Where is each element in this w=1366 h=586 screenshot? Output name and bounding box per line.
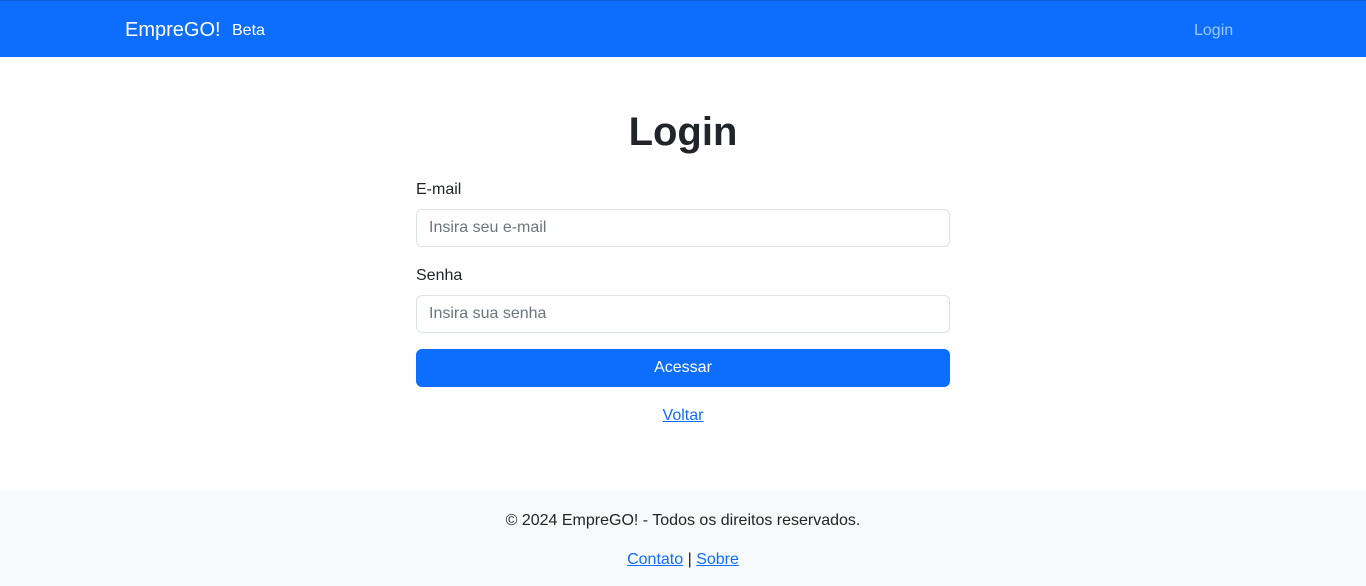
password-field[interactable] bbox=[416, 295, 950, 333]
contact-link[interactable]: Contato bbox=[627, 551, 683, 568]
navbar: EmpreGO! Beta Login bbox=[0, 0, 1366, 57]
footer: © 2024 EmpreGO! - Todos os direitos rese… bbox=[0, 491, 1366, 586]
beta-label: Beta bbox=[232, 22, 265, 39]
back-link[interactable]: Voltar bbox=[663, 407, 704, 424]
submit-button[interactable]: Acessar bbox=[416, 349, 950, 387]
password-label: Senha bbox=[416, 267, 463, 284]
page-title: Login bbox=[628, 110, 738, 154]
about-link[interactable]: Sobre bbox=[696, 551, 739, 568]
copyright-text: © 2024 EmpreGO! - Todos os direitos rese… bbox=[505, 512, 861, 529]
nav-login-link[interactable]: Login bbox=[1194, 21, 1233, 41]
brand-link[interactable]: EmpreGO! bbox=[125, 18, 221, 42]
footer-links: Contato | Sobre bbox=[0, 550, 1366, 570]
email-label: E-mail bbox=[416, 181, 462, 198]
footer-separator: | bbox=[687, 551, 692, 568]
email-field[interactable] bbox=[416, 209, 950, 247]
back-link-container: Voltar bbox=[0, 406, 1366, 426]
